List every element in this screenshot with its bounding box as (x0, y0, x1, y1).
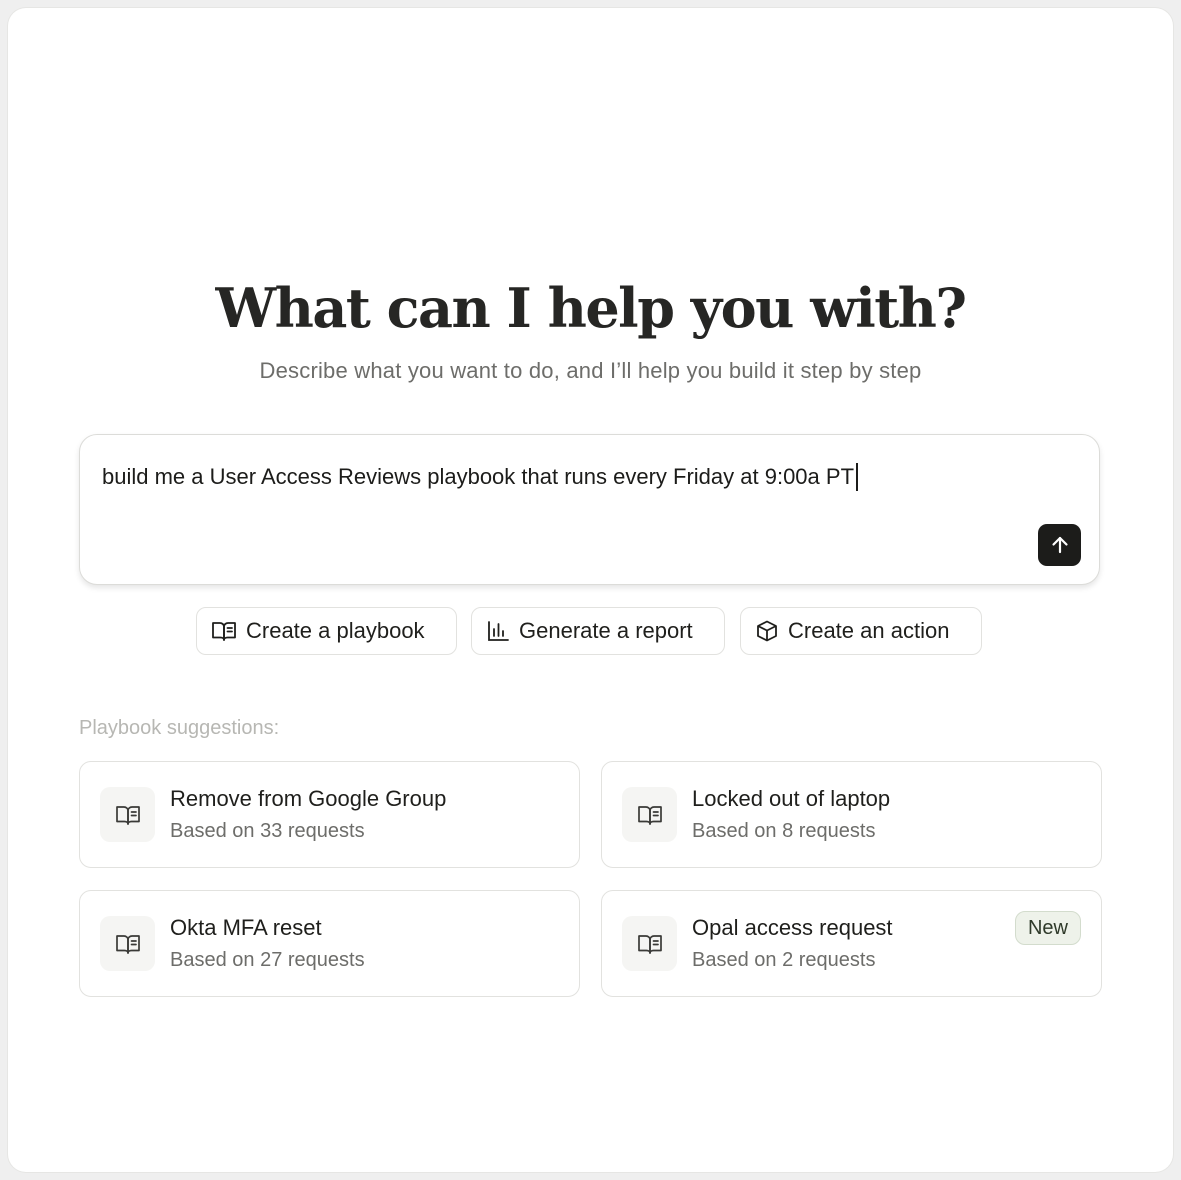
main-card (8, 8, 1173, 1172)
prompt-input[interactable]: build me a User Access Reviews playbook … (102, 463, 859, 491)
suggestion-title: Okta MFA reset (170, 915, 322, 940)
create-playbook-label: Create a playbook (246, 618, 425, 643)
suggestion-subtitle: Based on 33 requests (170, 820, 365, 842)
suggestion-card[interactable]: Opal access request Based on 2 requests … (601, 890, 1102, 997)
book-icon (100, 916, 155, 971)
page-title: What can I help you with? (215, 276, 967, 340)
suggestion-subtitle: Based on 27 requests (170, 949, 365, 971)
text-caret (856, 463, 859, 491)
suggestion-subtitle: Based on 8 requests (692, 820, 876, 842)
cube-icon (755, 619, 788, 643)
bar-chart-icon (486, 619, 519, 643)
suggestion-title: Locked out of laptop (692, 786, 891, 811)
prompt-box[interactable]: build me a User Access Reviews playbook … (79, 434, 1100, 585)
suggestion-subtitle: Based on 2 requests (692, 949, 876, 971)
create-action-label: Create an action (788, 618, 950, 643)
suggestions-label: Playbook suggestions: (79, 717, 280, 739)
suggestion-card[interactable]: Locked out of laptop Based on 8 requests (601, 761, 1102, 868)
book-icon (622, 787, 677, 842)
suggestion-card[interactable]: Remove from Google Group Based on 33 req… (79, 761, 580, 868)
suggestion-title: Remove from Google Group (170, 786, 447, 811)
book-icon (211, 619, 246, 643)
book-icon (622, 916, 677, 971)
quick-actions: Create a playbook Generate a report Crea… (0, 607, 1181, 655)
arrow-up-icon (1049, 534, 1071, 556)
prompt-value: build me a User Access Reviews playbook … (102, 464, 855, 489)
suggestion-title: Opal access request (692, 915, 893, 940)
send-button[interactable] (1038, 524, 1081, 566)
create-playbook-button[interactable]: Create a playbook (196, 607, 457, 655)
page-subtitle: Describe what you want to do, and I’ll h… (259, 358, 922, 383)
generate-report-label: Generate a report (519, 618, 693, 643)
book-icon (100, 787, 155, 842)
create-action-button[interactable]: Create an action (740, 607, 982, 655)
new-badge: New (1014, 911, 1081, 945)
generate-report-button[interactable]: Generate a report (471, 607, 725, 655)
suggestion-card[interactable]: Okta MFA reset Based on 27 requests (79, 890, 580, 997)
